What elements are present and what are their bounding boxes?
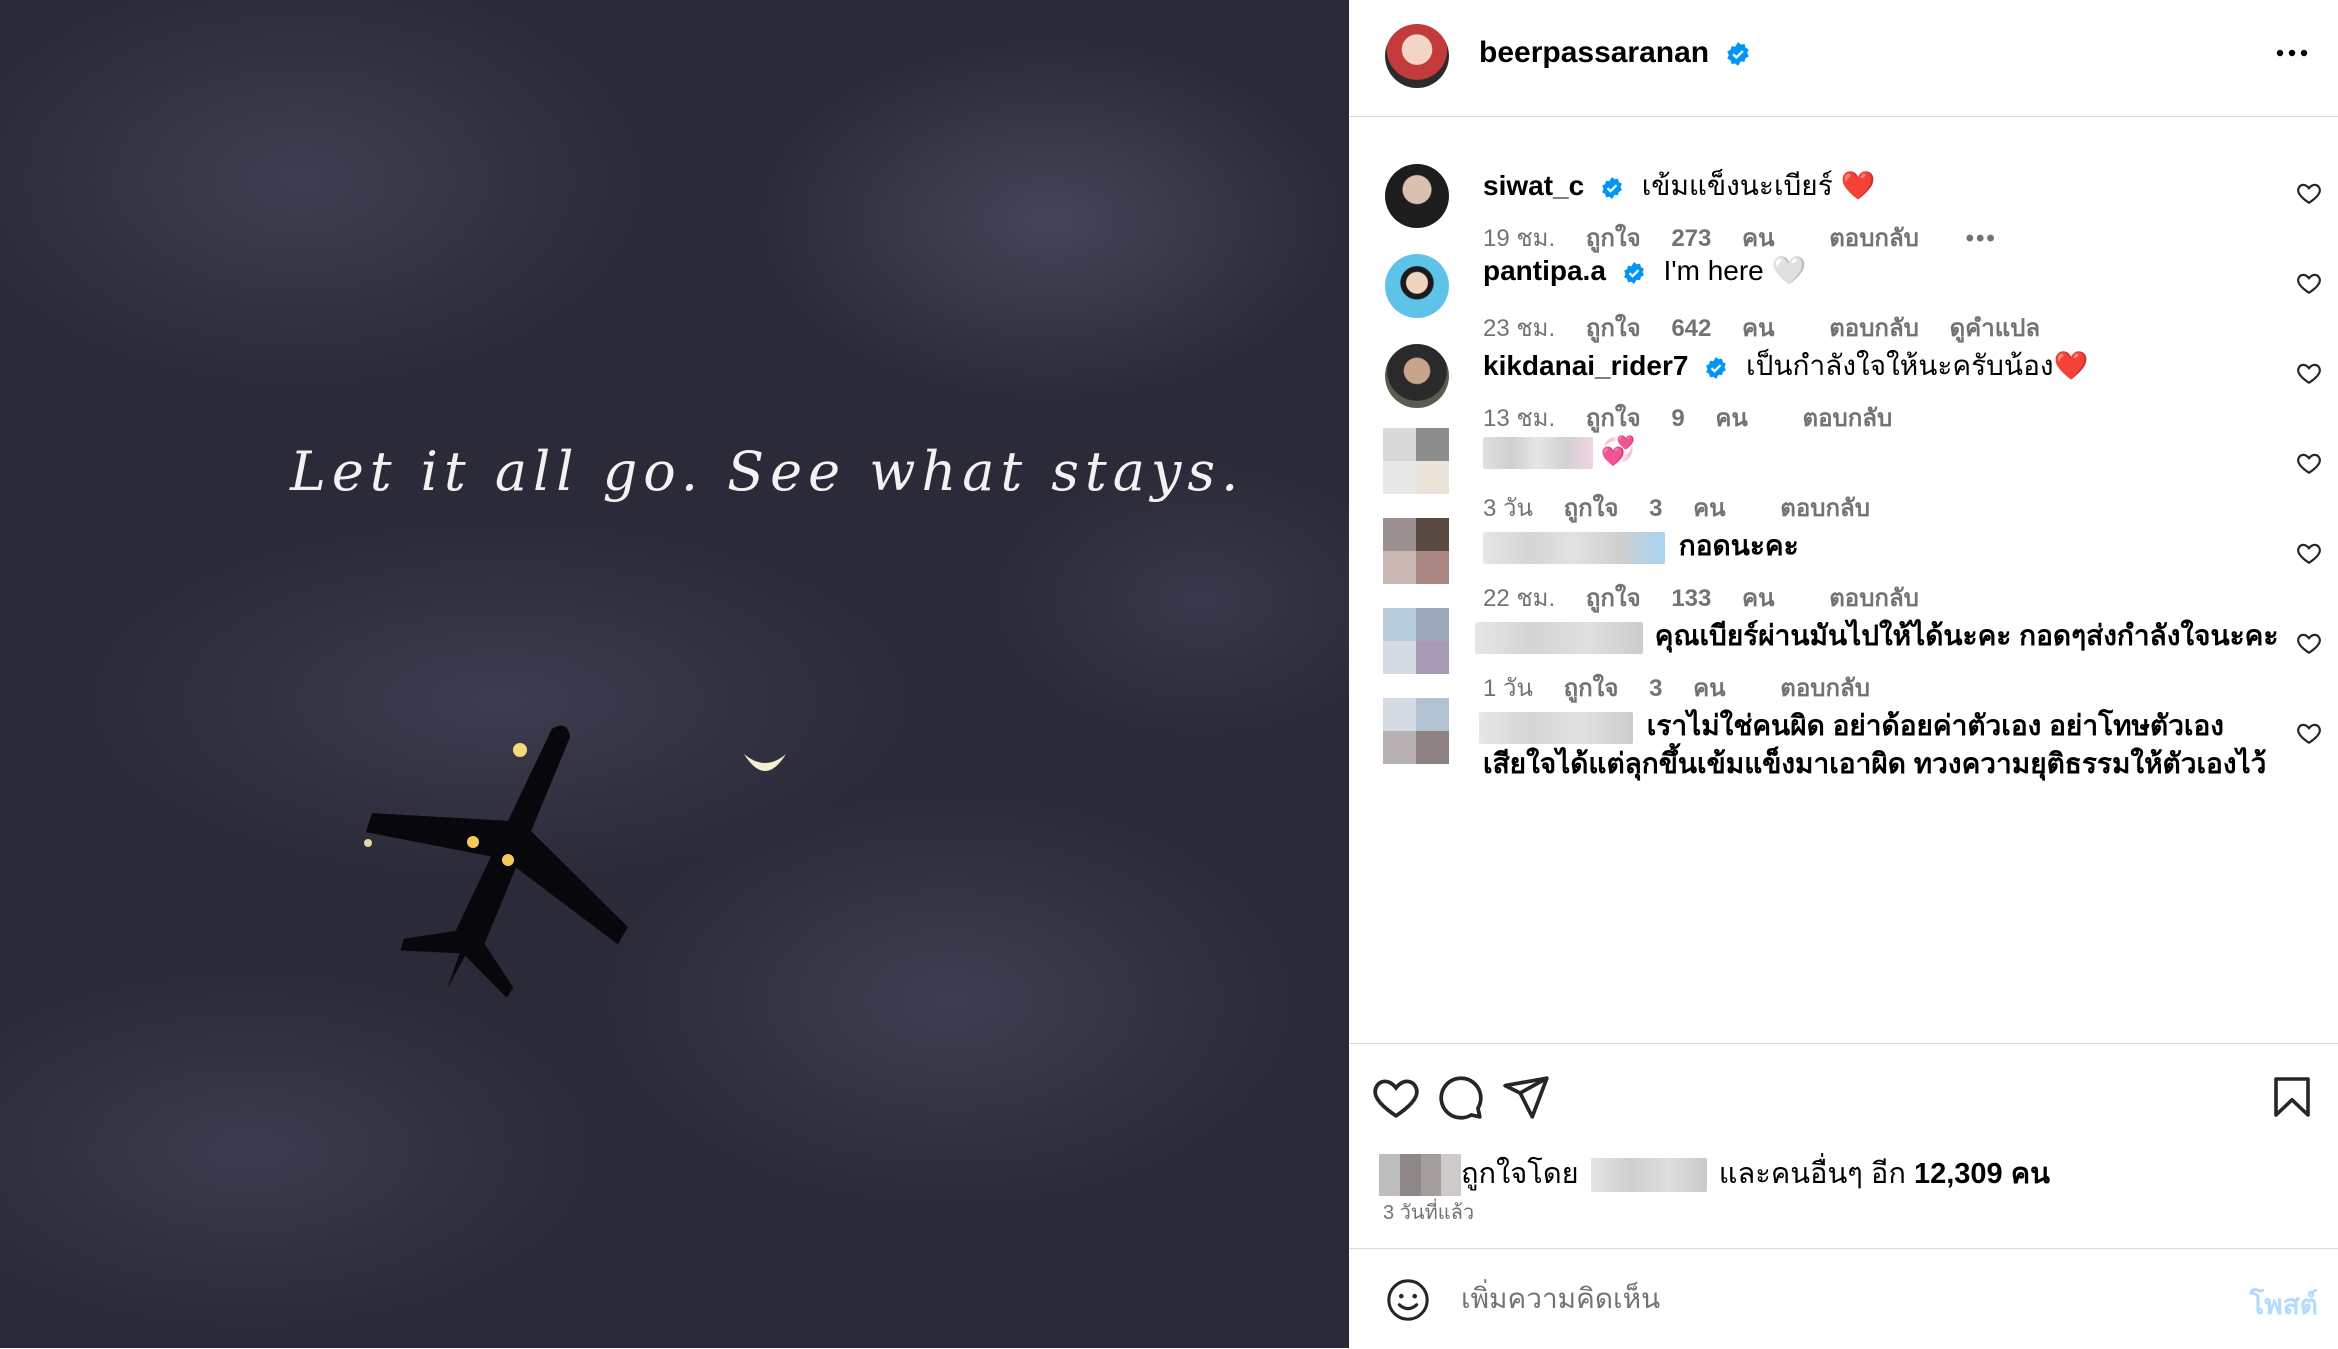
heart-icon[interactable] bbox=[2296, 450, 2322, 476]
post-timestamp[interactable]: 3 วันที่แล้ว bbox=[1383, 1196, 1474, 1228]
heart-icon[interactable] bbox=[2296, 720, 2322, 746]
likes-count[interactable]: 12,309 bbox=[1914, 1158, 2003, 1190]
moon-graphic bbox=[744, 754, 786, 771]
comment-text: กอดนะคะ bbox=[1678, 530, 1799, 561]
add-comment-bar: โพสต์ bbox=[1349, 1248, 2338, 1349]
comment-text: เข้มแข็งนะเบียร์ ❤️ bbox=[1641, 170, 1876, 201]
comment-item: เราไม่ใช่คนผิด อย่าด้อยค่าตัวเอง อย่าโทษ… bbox=[1349, 658, 2338, 798]
comment-text-line-2: เสียใจได้แต่ลุกขึ้นเข้มแข็งมาเอาผิด ทวงค… bbox=[1483, 748, 2267, 779]
commenter-avatar[interactable] bbox=[1383, 698, 1449, 764]
heart-icon[interactable] bbox=[2296, 180, 2322, 206]
more-horizontal-icon[interactable] bbox=[2272, 38, 2312, 68]
liker-avatars-2[interactable] bbox=[1421, 1154, 1461, 1197]
photo-caption-text: Let it all go. See what stays. bbox=[290, 440, 1245, 503]
comments-list[interactable]: siwat_c เข้มแข็งนะเบียร์ ❤️ 19 ชม. ถูกใจ… bbox=[1349, 118, 2338, 1043]
verified-badge-icon bbox=[1602, 176, 1622, 199]
post-header: beerpassaranan bbox=[1349, 0, 2338, 117]
commenter-username[interactable]: pantipa.a bbox=[1483, 255, 1606, 286]
heart-icon[interactable] bbox=[1371, 1072, 1421, 1122]
comment-icon[interactable] bbox=[1435, 1072, 1485, 1122]
heart-icon[interactable] bbox=[2296, 270, 2322, 296]
liker-avatars[interactable] bbox=[1379, 1154, 1421, 1197]
post-button[interactable]: โพสต์ bbox=[2249, 1283, 2318, 1327]
bookmark-icon[interactable] bbox=[2268, 1072, 2316, 1122]
commenter-username-redacted[interactable] bbox=[1479, 711, 1633, 744]
post-photo[interactable]: Let it all go. See what stays. bbox=[0, 0, 1349, 1348]
comment-text: เราไม่ใช่คนผิด อย่าด้อยค่าตัวเอง อย่าโทษ… bbox=[1646, 710, 2224, 741]
likes-suffix: คน bbox=[2010, 1158, 2050, 1190]
verified-badge-icon bbox=[1623, 261, 1644, 284]
commenter-username[interactable]: kikdanai_rider7 bbox=[1483, 350, 1688, 381]
post-side-panel: beerpassaranan siwat_c เข้มแข็งนะเบียร์ … bbox=[1349, 0, 2338, 1348]
comment-input[interactable] bbox=[1459, 1273, 2163, 1325]
heart-icon[interactable] bbox=[2296, 630, 2322, 656]
verified-badge-icon bbox=[1727, 42, 1750, 66]
author-username[interactable]: beerpassaranan bbox=[1479, 36, 1751, 70]
author-username-text[interactable]: beerpassaranan bbox=[1479, 36, 1709, 69]
comment-text: I'm here 🤍 bbox=[1663, 255, 1807, 286]
comment-text: คุณเบียร์ผ่านมันไปให้ได้นะคะ กอดๆส่งกำลั… bbox=[1654, 620, 2279, 651]
heart-icon[interactable] bbox=[2296, 360, 2322, 386]
commenter-username-redacted[interactable] bbox=[1483, 436, 1593, 469]
emoji-smile-icon[interactable] bbox=[1385, 1277, 1431, 1323]
others-label[interactable]: และคนอื่นๆ อีก bbox=[1719, 1158, 1906, 1190]
comment-text: 💞 bbox=[1600, 435, 1636, 466]
verified-badge-icon bbox=[1706, 356, 1727, 379]
comment-text: เป็นกำลังใจให้นะครับน้อง❤️ bbox=[1746, 350, 2089, 381]
commenter-username-redacted[interactable] bbox=[1483, 531, 1665, 564]
likes-summary: ถูกใจโดย และคนอื่นๆ อีก 12,309 คน bbox=[1379, 1150, 2050, 1197]
author-avatar[interactable] bbox=[1385, 24, 1449, 88]
airplane-graphic bbox=[364, 725, 628, 998]
commenter-username-redacted[interactable] bbox=[1475, 621, 1643, 654]
heart-icon[interactable] bbox=[2296, 540, 2322, 566]
commenter-username[interactable]: siwat_c bbox=[1483, 170, 1584, 201]
liked-by-label: ถูกใจโดย bbox=[1461, 1158, 1579, 1190]
send-icon[interactable] bbox=[1501, 1072, 1551, 1122]
liker-username-redacted[interactable] bbox=[1590, 1158, 1707, 1193]
